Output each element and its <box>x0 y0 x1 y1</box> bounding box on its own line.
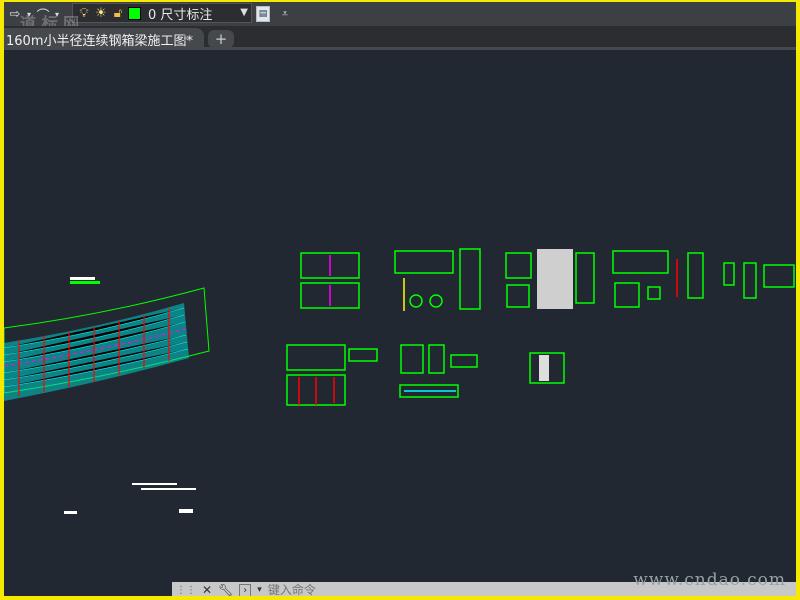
document-tabs: 160m小半径连续钢箱梁施工图* × + <box>4 26 796 50</box>
layer-properties-icon[interactable]: ▤ <box>256 6 270 22</box>
drawing-canvas[interactable] <box>4 53 796 581</box>
section-drawings-row-2 <box>286 344 565 406</box>
sun-icon[interactable]: ☀ <box>94 4 108 22</box>
new-tab-button[interactable]: + <box>208 30 234 48</box>
bridge-plan-drawing <box>4 277 210 514</box>
unlock-icon[interactable]: 🔓︎ <box>111 4 125 22</box>
chevron-down-icon[interactable]: ▼ <box>240 7 248 18</box>
command-input[interactable] <box>267 583 468 596</box>
layer-name: 0 尺寸标注 <box>148 7 213 23</box>
overflow-menu-icon[interactable]: ⩡ <box>276 5 294 23</box>
layer-dropdown[interactable]: 💡︎ ☀ 🔓︎ 0 尺寸标注 ▼ <box>72 3 252 23</box>
watermark-url: www.cndao.com <box>633 570 786 590</box>
command-prompt-icon[interactable]: › <box>239 583 252 596</box>
tab-title: 160m小半径连续钢箱梁施工图* <box>6 33 193 49</box>
tab-drawing[interactable]: 160m小半径连续钢箱梁施工图* × <box>4 28 204 50</box>
wrench-icon[interactable]: 🔧︎ <box>218 583 233 596</box>
layer-color-swatch <box>128 6 141 20</box>
chevron-down-icon[interactable]: ▾ <box>257 585 262 595</box>
close-icon[interactable]: × <box>182 31 192 45</box>
quick-toolbar: ⇨ ▾ ⌒ ▾ 💡︎ ☀ 🔓︎ 0 尺寸标注 ▼ ▤ ⩡ 道 标 网 <box>4 2 796 33</box>
drag-handle-icon[interactable]: ⋮⋮ <box>176 585 196 596</box>
autocad-window: ⇨ ▾ ⌒ ▾ 💡︎ ☀ 🔓︎ 0 尺寸标注 ▼ ▤ ⩡ 道 标 网 160m小… <box>4 2 796 596</box>
section-drawings-row-1 <box>300 248 795 311</box>
close-icon[interactable]: ✕ <box>202 583 212 596</box>
